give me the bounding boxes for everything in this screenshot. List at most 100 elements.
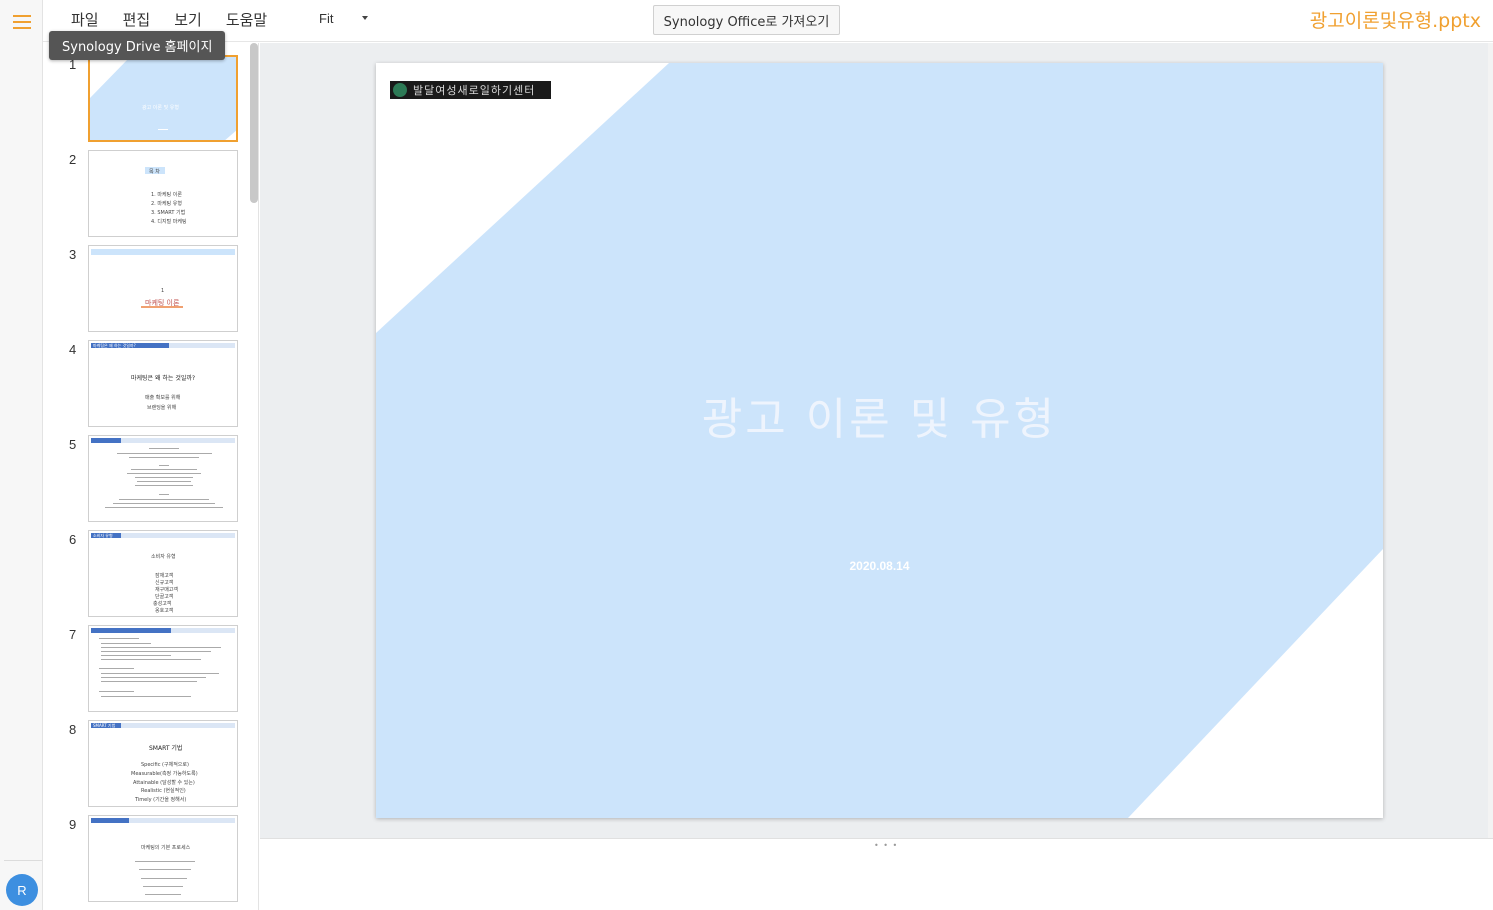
thumb-number: 2 bbox=[69, 152, 77, 167]
thumb-item: 2. 마케팅 유형 bbox=[151, 201, 182, 207]
speaker-notes-pane[interactable]: • • • bbox=[260, 838, 1493, 910]
document-title: 광고이론및유형.pptx bbox=[1309, 10, 1481, 32]
thumb-item: 4. 디지털 마케팅 bbox=[151, 219, 187, 225]
menu-view[interactable]: 보기 bbox=[174, 7, 202, 32]
canvas-scrollbar[interactable] bbox=[1488, 43, 1493, 838]
thumb-text-line bbox=[101, 696, 191, 697]
slide-title: 광고 이론 및 유형 bbox=[701, 394, 1058, 445]
thumb-item: 신규고객 bbox=[155, 580, 174, 586]
chevron-down-icon[interactable] bbox=[362, 16, 368, 20]
thumb-section-number: 1 bbox=[161, 288, 165, 294]
thumb-item: 옹호고객 bbox=[155, 608, 174, 614]
thumb-line: 매출 확보를 위해 bbox=[145, 395, 181, 401]
thumb-text-line bbox=[105, 507, 223, 508]
thumb-text-line bbox=[143, 886, 183, 887]
slide-thumbnail-panel: 1 광고 이론 및 유형 2 목 차 1. 마케팅 이론 2. 마케팅 유형 3… bbox=[52, 43, 259, 910]
thumb-header: SMART 기법 bbox=[93, 723, 116, 728]
thumb-text-line bbox=[135, 861, 195, 862]
slide-thumbnail-9[interactable]: 마케팅의 기본 프로세스 bbox=[88, 815, 238, 902]
tooltip: Synology Drive 홈페이지 bbox=[49, 31, 226, 60]
thumb-text-line bbox=[99, 691, 134, 692]
thumb-text-line bbox=[113, 503, 215, 504]
thumb-item: Measurable(측정 가능하도록) bbox=[131, 771, 198, 777]
thumb-title: SMART 기법 bbox=[149, 745, 183, 752]
thumb-text-line bbox=[101, 677, 206, 678]
thumb-header-bar bbox=[91, 818, 129, 823]
rail-divider bbox=[4, 860, 42, 861]
slide-thumbnail-6[interactable]: 소비자 유형 소비자 유형 잠재고객 신규고객 재구매고객 단골고객 충성고객 … bbox=[88, 530, 238, 617]
slide-logo-text: 발달여성새로일하기센터 bbox=[413, 84, 536, 97]
thumb-title: 광고 이론 및 유형 bbox=[142, 105, 179, 111]
thumb-item: 단골고객 bbox=[155, 594, 174, 600]
menu-bar: 파일 편집 보기 도움말 bbox=[71, 7, 291, 32]
resize-grip-icon[interactable]: • • • bbox=[874, 841, 898, 850]
thumb-text-line bbox=[117, 453, 212, 454]
thumb-title: 소비자 유형 bbox=[151, 554, 176, 560]
thumb-text-line bbox=[119, 499, 209, 500]
thumb-date-line bbox=[158, 129, 168, 130]
import-to-office-button[interactable]: Synology Office로 가져오기 bbox=[653, 5, 840, 35]
slide-date: 2020.08.14 bbox=[849, 559, 910, 573]
zoom-select[interactable]: Fit bbox=[319, 11, 333, 26]
thumb-underline bbox=[141, 306, 183, 308]
thumb-item: 1. 마케팅 이론 bbox=[151, 192, 182, 198]
thumb-number: 7 bbox=[69, 627, 77, 642]
slide-thumbnail-1[interactable]: 광고 이론 및 유형 bbox=[88, 55, 238, 142]
slide-canvas: 발달여성새로일하기센터 광고 이론 및 유형 2020.08.14 bbox=[260, 43, 1493, 838]
thumb-text-line bbox=[131, 469, 197, 470]
left-rail: R bbox=[0, 0, 43, 910]
thumb-item: Realistic (현실적인) bbox=[141, 788, 186, 794]
thumb-item: Specific (구체적으로) bbox=[141, 762, 189, 768]
slide-thumbnail-7[interactable] bbox=[88, 625, 238, 712]
slide-thumbnail-5[interactable] bbox=[88, 435, 238, 522]
thumb-number: 4 bbox=[69, 342, 77, 357]
thumb-text-line bbox=[101, 651, 211, 652]
thumb-top-band bbox=[91, 249, 235, 255]
current-slide: 발달여성새로일하기센터 광고 이론 및 유형 2020.08.14 bbox=[376, 63, 1383, 818]
menu-file[interactable]: 파일 bbox=[71, 7, 99, 32]
hamburger-menu-icon[interactable] bbox=[13, 15, 31, 31]
thumb-text-line bbox=[101, 673, 219, 674]
slide-thumbnail-3[interactable]: 1 마케팅 이론 bbox=[88, 245, 238, 332]
thumb-text-line bbox=[139, 869, 191, 870]
thumb-number: 3 bbox=[69, 247, 77, 262]
slide-thumbnail-4[interactable]: 마케팅은 왜 하는 것일까? 마케팅은 왜 하는 것일까? 매출 확보를 위해 … bbox=[88, 340, 238, 427]
menu-edit[interactable]: 편집 bbox=[123, 7, 151, 32]
thumb-number: 9 bbox=[69, 817, 77, 832]
thumb-text-line bbox=[101, 643, 151, 644]
thumb-text-line bbox=[101, 647, 221, 648]
thumb-heading: 목 차 bbox=[149, 169, 160, 175]
thumb-title: 마케팅의 기본 프로세스 bbox=[141, 845, 191, 851]
thumb-item: 충성고객 bbox=[153, 601, 172, 607]
top-bar: 파일 편집 보기 도움말 Fit Synology Office로 가져오기 광… bbox=[43, 0, 1493, 42]
slide-thumbnail-2[interactable]: 목 차 1. 마케팅 이론 2. 마케팅 유형 3. SMART 기법 4. 디… bbox=[88, 150, 238, 237]
thumb-number: 6 bbox=[69, 532, 77, 547]
thumb-header-bar bbox=[91, 628, 171, 633]
thumbnail-scrollbar[interactable] bbox=[250, 43, 258, 910]
thumb-header: 마케팅은 왜 하는 것일까? bbox=[93, 343, 136, 348]
thumb-header: 소비자 유형 bbox=[93, 533, 113, 538]
thumb-item: 재구매고객 bbox=[155, 587, 179, 593]
thumb-item: Timely (기간을 정해서) bbox=[135, 797, 187, 803]
thumb-number: 8 bbox=[69, 722, 77, 737]
thumb-question: 마케팅은 왜 하는 것일까? bbox=[131, 375, 196, 382]
thumb-text-line bbox=[145, 894, 181, 895]
thumb-header-bar bbox=[91, 438, 121, 443]
thumb-number: 5 bbox=[69, 437, 77, 452]
thumb-text-line bbox=[101, 681, 197, 682]
slide-logo: 발달여성새로일하기센터 bbox=[390, 81, 551, 99]
thumb-text-line bbox=[127, 473, 201, 474]
user-avatar[interactable]: R bbox=[6, 874, 38, 906]
slide-thumbnail-8[interactable]: SMART 기법 SMART 기법 Specific (구체적으로) Measu… bbox=[88, 720, 238, 807]
menu-help[interactable]: 도움말 bbox=[226, 7, 267, 32]
logo-icon bbox=[393, 83, 407, 97]
thumb-text-line bbox=[159, 494, 169, 495]
thumb-text-line bbox=[101, 659, 201, 660]
thumb-text-line bbox=[135, 485, 193, 486]
thumb-text-line bbox=[137, 481, 191, 482]
thumb-text-line bbox=[135, 477, 193, 478]
thumbnail-scrollbar-thumb[interactable] bbox=[250, 43, 258, 203]
thumb-text-line bbox=[99, 668, 134, 669]
thumb-line: 브랜딩을 위해 bbox=[147, 405, 177, 411]
thumb-text-line bbox=[129, 457, 199, 458]
